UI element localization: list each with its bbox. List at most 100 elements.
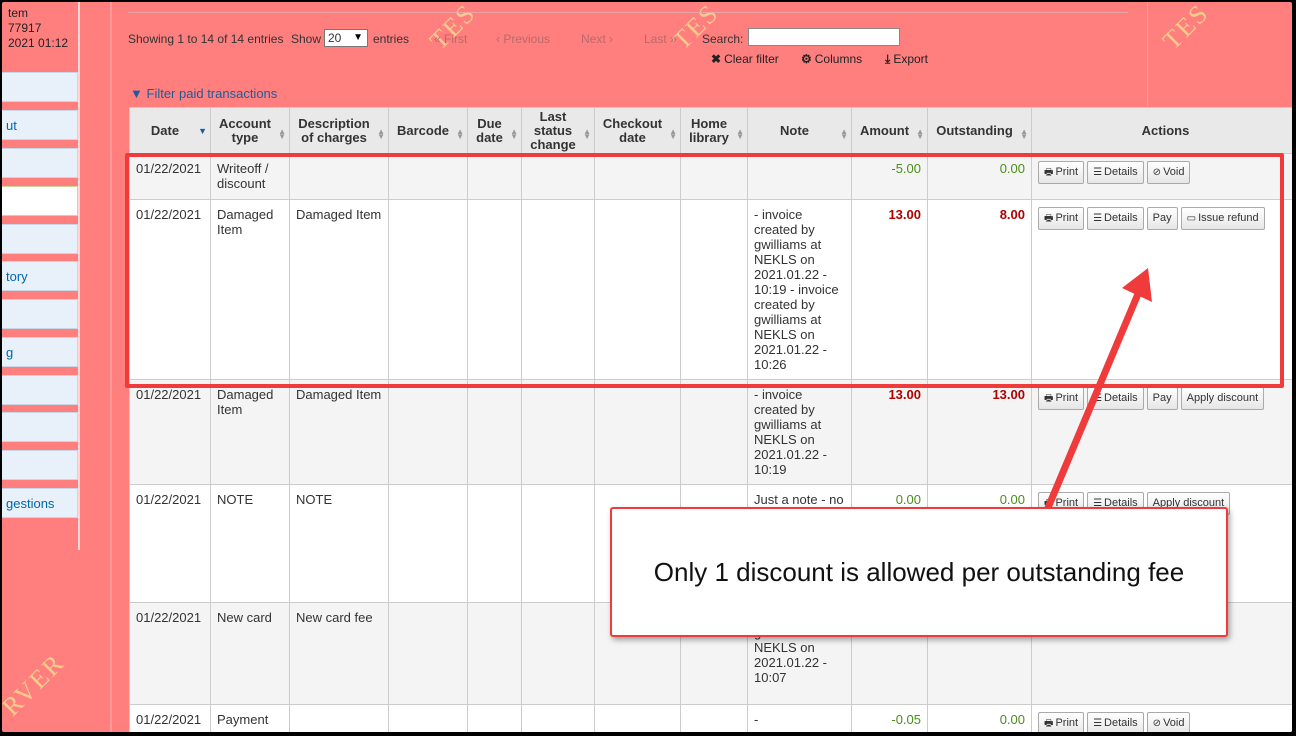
cell-last-status-change [521,484,595,603]
column-header-barcode[interactable]: Barcode ▲ ▼ [388,107,468,154]
details-button[interactable]: ☰ Details [1087,712,1144,732]
button-label: Apply discount [1186,392,1259,404]
column-header-last-status-change[interactable]: Last status change ▲ ▼ [521,107,595,154]
sort-icon: ▲ ▼ [278,127,286,141]
cell-date: 01/22/2021 [129,484,211,603]
column-header-due-date[interactable]: Due date ▲ ▼ [467,107,522,154]
export-button[interactable]: ⤓ Export [885,52,928,67]
button-label: Details [1104,717,1138,729]
column-header-date[interactable]: Date ▼ [129,107,211,154]
entries-info: Showing 1 to 14 of 14 entries [128,32,284,46]
sidebar-item[interactable] [2,72,78,102]
columns-button[interactable]: ⚙ Columns [801,52,862,66]
highlight-box [125,153,1284,388]
print-button[interactable]: 🖶 Print [1038,712,1085,732]
sidebar-item-suggestions[interactable]: gestions [2,488,78,518]
sidebar-item-history[interactable]: tory [2,261,78,291]
cell-description [289,704,389,732]
download-icon: ⤓ [885,52,891,66]
cell-barcode [388,704,468,732]
column-header-amount[interactable]: Amount ▲ ▼ [851,107,928,154]
last-page-link[interactable]: Last » [644,32,677,46]
search-input[interactable] [748,28,900,46]
sidebar-item[interactable] [2,412,78,442]
cell-date: 01/22/2021 [129,704,211,732]
sort-icon: ▲ ▼ [510,127,518,141]
button-label: Void [1163,717,1185,729]
sort-icon: ▲ ▼ [583,127,591,141]
button-label: Print [1055,717,1079,729]
column-header-home-library[interactable]: Home library ▲ ▼ [680,107,748,154]
page-length-select[interactable]: 20 ▼ [324,29,368,47]
first-page-link[interactable]: « First [434,32,467,46]
page-length-value: 20 [328,31,342,45]
patron-info: tem 77917 2021 01:12 [8,6,68,51]
cell-account-type: Payment [210,704,290,732]
cell-date: 01/22/2021 [129,379,211,485]
watermark: TES [1157,2,1215,56]
column-header-note[interactable]: Note ▲ ▼ [747,107,852,154]
staff-client-window: TES TES TES RVER tem 77917 2021 01:12 ut… [2,2,1292,732]
clear-filter-button[interactable]: ✖ Clear filter [711,52,779,66]
cell-checkout-date [594,704,681,732]
cell-note: - invoice created by gwilliams at NEKLS … [747,379,852,485]
cell-description: NOTE [289,484,389,603]
cell-due-date [467,379,522,485]
apply-discount-button[interactable]: Apply discount [1180,387,1265,410]
sort-icon: ▲ ▼ [669,127,677,141]
column-header-outstanding[interactable]: Outstanding ▲ ▼ [927,107,1032,154]
sidebar-item-checkout[interactable]: ut [2,110,78,140]
sidebar-item[interactable] [2,450,78,480]
cell-amount: -0.05 [851,704,928,732]
previous-page-link[interactable]: ‹ Previous [496,32,550,46]
sidebar-item-log[interactable]: g [2,337,78,367]
sort-desc-icon: ▼ [198,126,207,136]
print-button[interactable]: 🖶 Print [1038,387,1085,410]
cell-outstanding: 13.00 [927,379,1032,485]
column-header-account-type[interactable]: Account type ▲ ▼ [210,107,290,154]
table-header-row: Date ▼ Account type ▲ ▼ Description of char… [129,107,1292,154]
cell-account-type: NOTE [210,484,290,603]
close-icon: ✖ [711,52,722,66]
details-icon: ☰ [1093,393,1103,404]
sort-icon: ▲ ▼ [736,127,744,141]
pay-button[interactable]: Pay [1146,387,1178,410]
cell-last-status-change [521,704,595,732]
entries-label: entries [373,32,410,46]
button-label: Print [1055,392,1079,404]
print-icon: 🖶 [1044,718,1054,729]
cell-barcode [388,602,468,705]
next-page-link[interactable]: Next › [581,32,613,46]
sort-icon: ▲ ▼ [1020,127,1028,141]
void-icon: ⊘ [1152,718,1162,729]
sidebar-item-accounting[interactable] [2,186,78,216]
sidebar-item[interactable] [2,375,78,405]
cell-note: - [747,704,852,732]
divider [1147,2,1148,106]
cell-actions: 🖶 Print ☰ Details ⊘ Void [1031,704,1292,732]
show-label: Show [291,32,322,46]
sort-icon: ▲ ▼ [456,127,464,141]
filter-paid-transactions-link[interactable]: ▼ Filter paid transactions [130,86,277,101]
details-button[interactable]: ☰ Details [1087,387,1144,410]
cell-due-date [467,484,522,603]
info-line: tem [8,6,29,20]
column-header-description[interactable]: Description of charges ▲ ▼ [289,107,389,154]
button-label: Pay [1152,392,1172,404]
cell-account-type: New card [210,602,290,705]
column-header-checkout-date[interactable]: Checkout date ▲ ▼ [594,107,681,154]
columns-label: Columns [814,52,863,66]
sidebar-item[interactable] [2,299,78,329]
sidebar-item[interactable] [2,224,78,254]
cell-description: New card fee [289,602,389,705]
void-button[interactable]: ⊘ Void [1146,712,1191,732]
clear-filter-label: Clear filter [724,52,779,66]
sidebar-item[interactable] [2,148,78,178]
cell-amount: 13.00 [851,379,928,485]
sort-icon: ▲ ▼ [840,127,848,141]
cell-barcode [388,484,468,603]
filter-icon: ▼ [130,86,143,101]
gear-icon: ⚙ [801,52,812,66]
cell-home-library [680,704,748,732]
column-header-actions: Actions [1031,107,1292,154]
